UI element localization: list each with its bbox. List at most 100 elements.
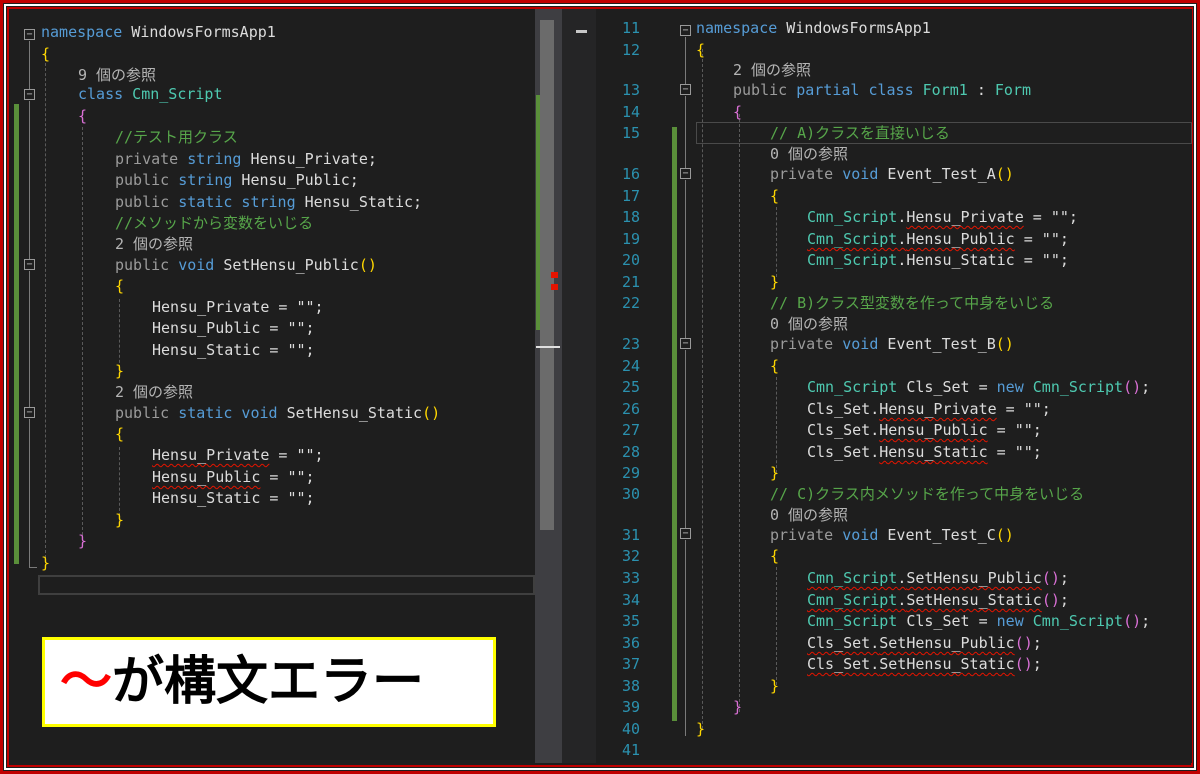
code-line: } bbox=[770, 273, 780, 291]
change-indicator bbox=[672, 127, 677, 721]
split-handle-icon[interactable] bbox=[576, 30, 587, 33]
code-line: private void Event_Test_C() bbox=[770, 526, 1014, 544]
horizontal-scrollbar[interactable] bbox=[38, 575, 535, 595]
scrollbar-error-marker bbox=[551, 284, 558, 290]
code-line-error: Cls_Set.Hensu_Static = ""; bbox=[807, 443, 1042, 461]
code-line: private string Hensu_Private; bbox=[115, 150, 377, 168]
code-line: private void Event_Test_B() bbox=[770, 335, 1014, 353]
code-line: } bbox=[115, 362, 125, 380]
code-line: Hensu_Private = ""; bbox=[152, 298, 324, 316]
code-line: } bbox=[41, 554, 51, 572]
code-line: public void SetHensu_Public() bbox=[115, 256, 377, 274]
collapse-minus-icon[interactable] bbox=[24, 29, 35, 40]
line-number: 39 bbox=[621, 698, 640, 716]
code-comment: // B)クラス型変数を作って中身をいじる bbox=[770, 294, 1055, 312]
indent-guide bbox=[702, 49, 703, 729]
code-line: namespace WindowsFormsApp1 bbox=[696, 19, 931, 37]
code-comment: //テスト用クラス bbox=[115, 128, 238, 146]
line-number: 35 bbox=[621, 612, 640, 630]
line-number: 27 bbox=[621, 421, 640, 439]
code-line-error: Cmn_Script.Hensu_Private = ""; bbox=[807, 208, 1078, 226]
line-number: 11 bbox=[621, 19, 640, 37]
line-number: 15 bbox=[621, 124, 640, 142]
annotation-text: ～が構文エラー bbox=[60, 652, 425, 712]
code-line: public static void SetHensu_Static() bbox=[115, 404, 441, 422]
code-comment: // A)クラスを直接いじる bbox=[770, 124, 950, 142]
line-number: 20 bbox=[621, 251, 640, 269]
code-line: } bbox=[770, 464, 780, 482]
collapse-minus-icon[interactable] bbox=[680, 528, 691, 539]
code-line: Cmn_Script Cls_Set = new Cmn_Script(); bbox=[807, 378, 1151, 396]
code-lens[interactable]: 0 個の参照 bbox=[770, 143, 848, 165]
line-number: 37 bbox=[621, 655, 640, 673]
line-number: 41 bbox=[621, 741, 640, 759]
collapse-minus-icon[interactable] bbox=[680, 168, 691, 179]
code-lens[interactable]: 2 個の参照 bbox=[733, 59, 811, 81]
code-line: { bbox=[115, 425, 125, 443]
code-lens[interactable]: 0 個の参照 bbox=[770, 313, 848, 335]
indent-guide bbox=[82, 127, 83, 545]
code-lens[interactable]: 2 個の参照 bbox=[115, 381, 193, 403]
code-line-error: Cls_Set.SetHensu_Public(); bbox=[807, 634, 1042, 652]
fold-line bbox=[685, 180, 686, 338]
code-line: } bbox=[115, 511, 125, 529]
code-line: private void Event_Test_A() bbox=[770, 165, 1014, 183]
code-line: { bbox=[78, 107, 88, 125]
editor-splitter[interactable] bbox=[562, 9, 596, 763]
code-lens[interactable]: 2 個の参照 bbox=[115, 233, 193, 255]
code-line: } bbox=[770, 677, 780, 695]
indent-guide bbox=[45, 53, 46, 563]
code-line-error: Hensu_Private = ""; bbox=[152, 446, 324, 464]
code-line-error: Cmn_Script.Hensu_Public = ""; bbox=[807, 230, 1069, 248]
code-line: Hensu_Static = ""; bbox=[152, 489, 315, 507]
collapse-minus-icon[interactable] bbox=[680, 84, 691, 95]
collapse-minus-icon[interactable] bbox=[680, 25, 691, 36]
code-line: } bbox=[78, 532, 88, 550]
code-line-error: Cls_Set.Hensu_Public = ""; bbox=[807, 421, 1042, 439]
line-number: 30 bbox=[621, 485, 640, 503]
code-line: { bbox=[770, 357, 780, 375]
code-line-error: Cls_Set.SetHensu_Static(); bbox=[807, 655, 1042, 673]
line-number: 17 bbox=[621, 187, 640, 205]
code-line: class Cmn_Script bbox=[78, 85, 223, 103]
indent-guide bbox=[776, 207, 777, 277]
scrollbar-change-marker bbox=[536, 95, 540, 330]
code-line-error: Cmn_Script.SetHensu_Public(); bbox=[807, 569, 1069, 587]
line-number: 31 bbox=[621, 526, 640, 544]
line-number: 12 bbox=[621, 41, 640, 59]
line-number: 36 bbox=[621, 634, 640, 652]
collapse-minus-icon[interactable] bbox=[24, 259, 35, 270]
indent-guide bbox=[776, 567, 777, 685]
line-number: 28 bbox=[621, 443, 640, 461]
line-number: 40 bbox=[621, 720, 640, 738]
change-indicator bbox=[14, 104, 19, 564]
scrollbar-error-marker bbox=[551, 272, 558, 278]
code-lens[interactable]: 0 個の参照 bbox=[770, 504, 848, 526]
line-number: 29 bbox=[621, 464, 640, 482]
line-number: 23 bbox=[621, 335, 640, 353]
right-code-editor[interactable]: 11 12 13 14 15 16 17 18 19 20 21 22 23 24 25 26 27 28 29 30… bbox=[596, 9, 1192, 763]
indent-guide bbox=[776, 377, 777, 473]
fold-line bbox=[685, 96, 686, 168]
code-line: Hensu_Public = ""; bbox=[152, 319, 315, 337]
fold-line bbox=[685, 350, 686, 528]
line-number: 32 bbox=[621, 547, 640, 565]
line-number: 38 bbox=[621, 677, 640, 695]
collapse-minus-icon[interactable] bbox=[24, 407, 35, 418]
code-line: { bbox=[696, 41, 706, 59]
line-number: 22 bbox=[621, 294, 640, 312]
code-line: Hensu_Static = ""; bbox=[152, 341, 315, 359]
collapse-minus-icon[interactable] bbox=[24, 89, 35, 100]
fold-line bbox=[685, 540, 686, 736]
code-line: { bbox=[770, 547, 780, 565]
code-line: namespace WindowsFormsApp1 bbox=[41, 23, 276, 41]
indent-guide bbox=[739, 114, 740, 712]
fold-line bbox=[29, 567, 37, 568]
fold-line bbox=[29, 41, 30, 89]
code-line: { bbox=[770, 187, 780, 205]
left-code-editor[interactable]: namespace WindowsFormsApp1 { 9 個の参照 clas… bbox=[9, 9, 535, 595]
code-line: Cmn_Script Cls_Set = new Cmn_Script(); bbox=[807, 612, 1151, 630]
line-number: 25 bbox=[621, 378, 640, 396]
collapse-minus-icon[interactable] bbox=[680, 338, 691, 349]
fold-line bbox=[685, 37, 686, 84]
